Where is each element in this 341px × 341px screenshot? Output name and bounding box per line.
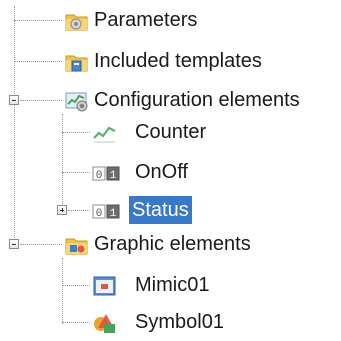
folder-gear-icon — [64, 8, 88, 32]
tree-item-mimic01[interactable]: Mimic01 — [0, 269, 341, 301]
folder-graphics-icon — [64, 232, 88, 256]
tree-view: Parameters Included templates Configurat… — [0, 0, 341, 334]
svg-text:1: 1 — [110, 208, 117, 220]
tree-item-graphic-elements[interactable]: Graphic elements — [0, 228, 341, 260]
tree-item-label: Status — [129, 196, 192, 224]
tree-item-label: Graphic elements — [94, 233, 251, 255]
tree-item-status[interactable]: 0 1 Status — [0, 194, 341, 226]
folder-template-icon — [64, 49, 88, 73]
svg-text:0: 0 — [96, 208, 103, 220]
tree-item-counter[interactable]: Counter — [0, 116, 341, 148]
configuration-elements-icon — [64, 88, 88, 112]
tree-item-included-templates[interactable]: Included templates — [0, 45, 341, 77]
symbol-shapes-icon — [92, 310, 116, 334]
tree-item-label: Configuration elements — [94, 89, 300, 111]
svg-text:0: 0 — [96, 170, 103, 182]
tree-item-onoff[interactable]: 0 1 OnOff — [0, 156, 341, 188]
counter-chart-icon — [92, 120, 116, 144]
tree-item-label: Parameters — [94, 9, 198, 31]
binary-01-icon: 0 1 — [92, 160, 120, 184]
svg-text:1: 1 — [110, 170, 117, 182]
tree-item-configuration-elements[interactable]: Configuration elements — [0, 84, 341, 116]
mimic-icon — [92, 273, 116, 297]
tree-item-label: Included templates — [94, 50, 262, 72]
tree-item-label: Mimic01 — [135, 274, 210, 296]
tree-item-label: Symbol01 — [135, 311, 224, 333]
tree-item-label: Counter — [135, 121, 207, 143]
binary-01-icon: 0 1 — [92, 198, 120, 222]
tree-item-label: OnOff — [135, 161, 188, 183]
tree-item-parameters[interactable]: Parameters — [0, 4, 341, 36]
tree-item-symbol01[interactable]: Symbol01 — [0, 306, 341, 338]
